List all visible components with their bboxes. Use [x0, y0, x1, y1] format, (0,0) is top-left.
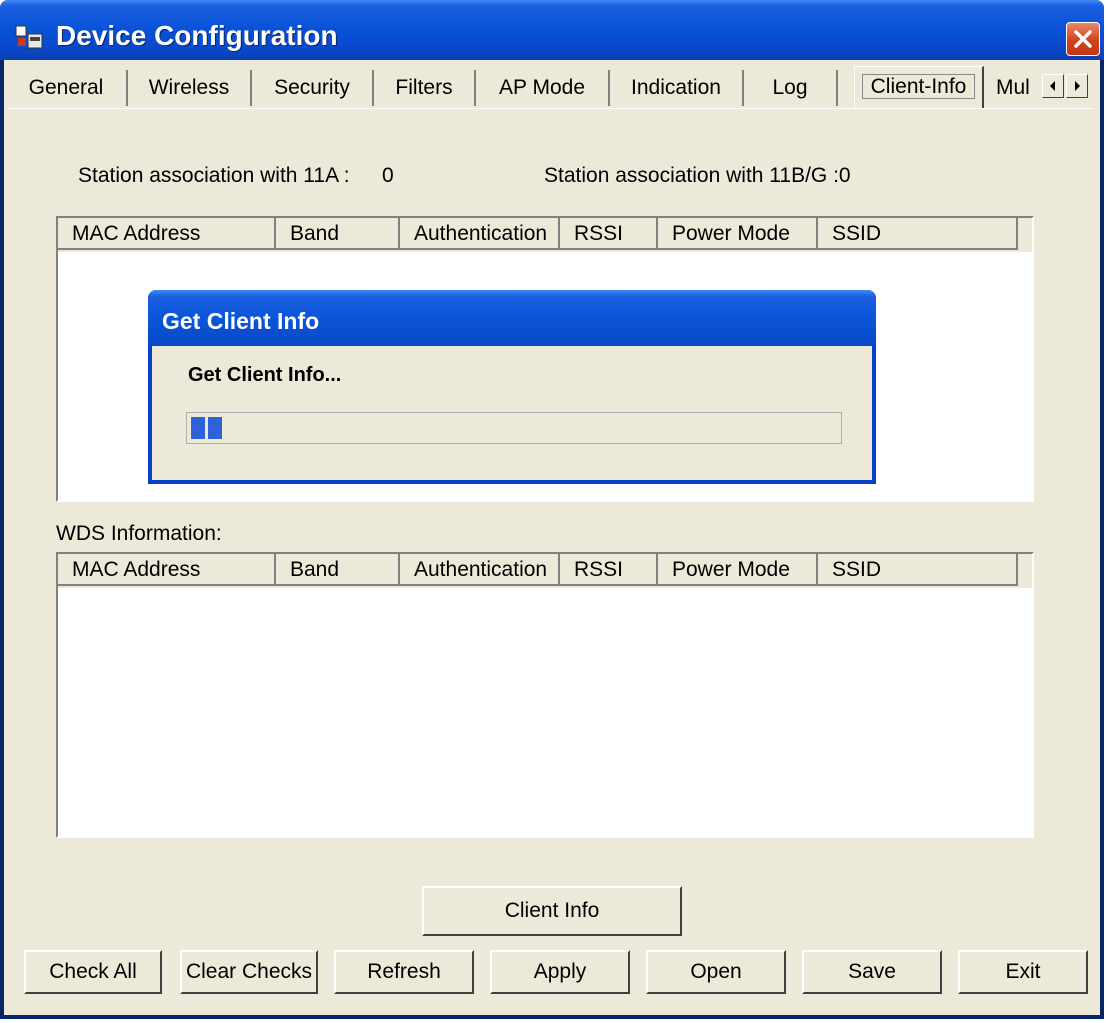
app-icon [15, 25, 43, 49]
tab-security[interactable]: Security [252, 70, 374, 106]
wds-column-header-authentication[interactable]: Authentication [400, 554, 560, 586]
window-client-area: General Wireless Security Filters AP Mod… [4, 60, 1100, 1015]
dialog-message: Get Client Info... [188, 364, 342, 386]
client-info-button[interactable]: Client Info [422, 886, 682, 936]
tab-wireless[interactable]: Wireless [128, 70, 252, 106]
tab-mul[interactable]: Mul [988, 70, 1044, 106]
column-header-power-mode[interactable]: Power Mode [658, 218, 818, 250]
check-all-button[interactable]: Check All [24, 950, 162, 994]
close-button[interactable] [1066, 22, 1100, 56]
dialog-title: Get Client Info [162, 308, 320, 334]
progress-block [191, 417, 205, 439]
wds-list[interactable]: MAC Address Band Authentication RSSI Pow… [56, 552, 1034, 838]
wds-column-header-power-mode[interactable]: Power Mode [658, 554, 818, 586]
tab-strip: General Wireless Security Filters AP Mod… [4, 60, 1100, 110]
tab-indication[interactable]: Indication [610, 70, 744, 106]
column-header-authentication[interactable]: Authentication [400, 218, 560, 250]
tab-general[interactable]: General [6, 70, 128, 106]
close-icon [1074, 30, 1092, 48]
dialog-body: Get Client Info... [152, 346, 872, 480]
get-client-info-dialog: Get Client Info Get Client Info... [148, 290, 876, 484]
device-configuration-window: Device Configuration General Wireless Se… [0, 0, 1104, 1019]
wds-list-header: MAC Address Band Authentication RSSI Pow… [58, 554, 1032, 588]
wds-column-header-ssid[interactable]: SSID [818, 554, 1018, 586]
title-bar[interactable]: Device Configuration [0, 0, 1104, 60]
open-button[interactable]: Open [646, 950, 786, 994]
wds-column-header-rssi[interactable]: RSSI [560, 554, 658, 586]
tab-log[interactable]: Log [744, 70, 838, 106]
wds-information-label: WDS Information: [56, 522, 222, 545]
scroll-right-icon [1075, 81, 1080, 91]
tab-client-info-label: Client-Info [861, 74, 976, 99]
progress-block [208, 417, 222, 439]
clear-checks-button[interactable]: Clear Checks [180, 950, 318, 994]
column-header-rssi[interactable]: RSSI [560, 218, 658, 250]
tab-filters[interactable]: Filters [374, 70, 476, 106]
assoc-11bg-label: Station association with 11B/G :0 [544, 164, 851, 187]
column-header-mac[interactable]: MAC Address [58, 218, 276, 250]
client-list-header: MAC Address Band Authentication RSSI Pow… [58, 218, 1032, 252]
wds-column-header-mac[interactable]: MAC Address [58, 554, 276, 586]
assoc-11a-value: 0 [382, 164, 394, 187]
tab-scroll-left-button[interactable] [1042, 74, 1064, 98]
exit-button[interactable]: Exit [958, 950, 1088, 994]
tab-scroll-right-button[interactable] [1066, 74, 1088, 98]
assoc-11a-label: Station association with 11A : [78, 164, 350, 187]
save-button[interactable]: Save [802, 950, 942, 994]
column-header-band[interactable]: Band [276, 218, 400, 250]
tab-client-info[interactable]: Client-Info [854, 66, 984, 108]
apply-button[interactable]: Apply [490, 950, 630, 994]
scroll-left-icon [1050, 81, 1055, 91]
wds-column-header-band[interactable]: Band [276, 554, 400, 586]
progress-bar [186, 412, 842, 444]
refresh-button[interactable]: Refresh [334, 950, 474, 994]
tab-ap-mode[interactable]: AP Mode [476, 70, 610, 106]
column-header-ssid[interactable]: SSID [818, 218, 1018, 250]
window-title: Device Configuration [56, 20, 338, 51]
dialog-title-bar[interactable]: Get Client Info [148, 290, 876, 346]
